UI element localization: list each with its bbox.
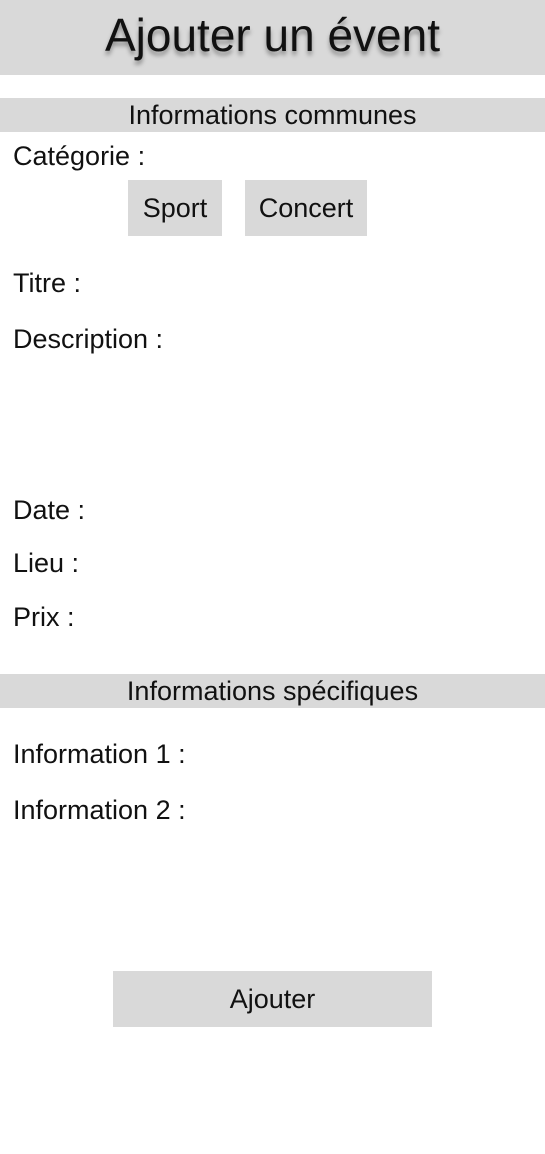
price-label: Prix : (13, 602, 75, 632)
page-title: Ajouter un évent (104, 8, 440, 61)
section-header-specific: Informations spécifiques (0, 674, 545, 708)
section-header-common: Informations communes (0, 98, 545, 132)
place-label: Lieu : (13, 548, 80, 578)
submit-button[interactable]: Ajouter (113, 971, 432, 1027)
description-label: Description : (13, 324, 164, 354)
information-2-label: Information 2 : (13, 795, 186, 825)
information-1-label: Information 1 : (13, 739, 186, 769)
category-label: Catégorie : (13, 141, 146, 171)
header-bar: Ajouter un évent (0, 0, 545, 75)
date-label: Date : (13, 495, 86, 525)
category-concert-button[interactable]: Concert (245, 180, 367, 236)
section-title-specific: Informations spécifiques (126, 675, 419, 706)
title-label: Titre : (13, 268, 82, 298)
section-title-common: Informations communes (128, 99, 417, 130)
category-sport-button[interactable]: Sport (128, 180, 222, 236)
